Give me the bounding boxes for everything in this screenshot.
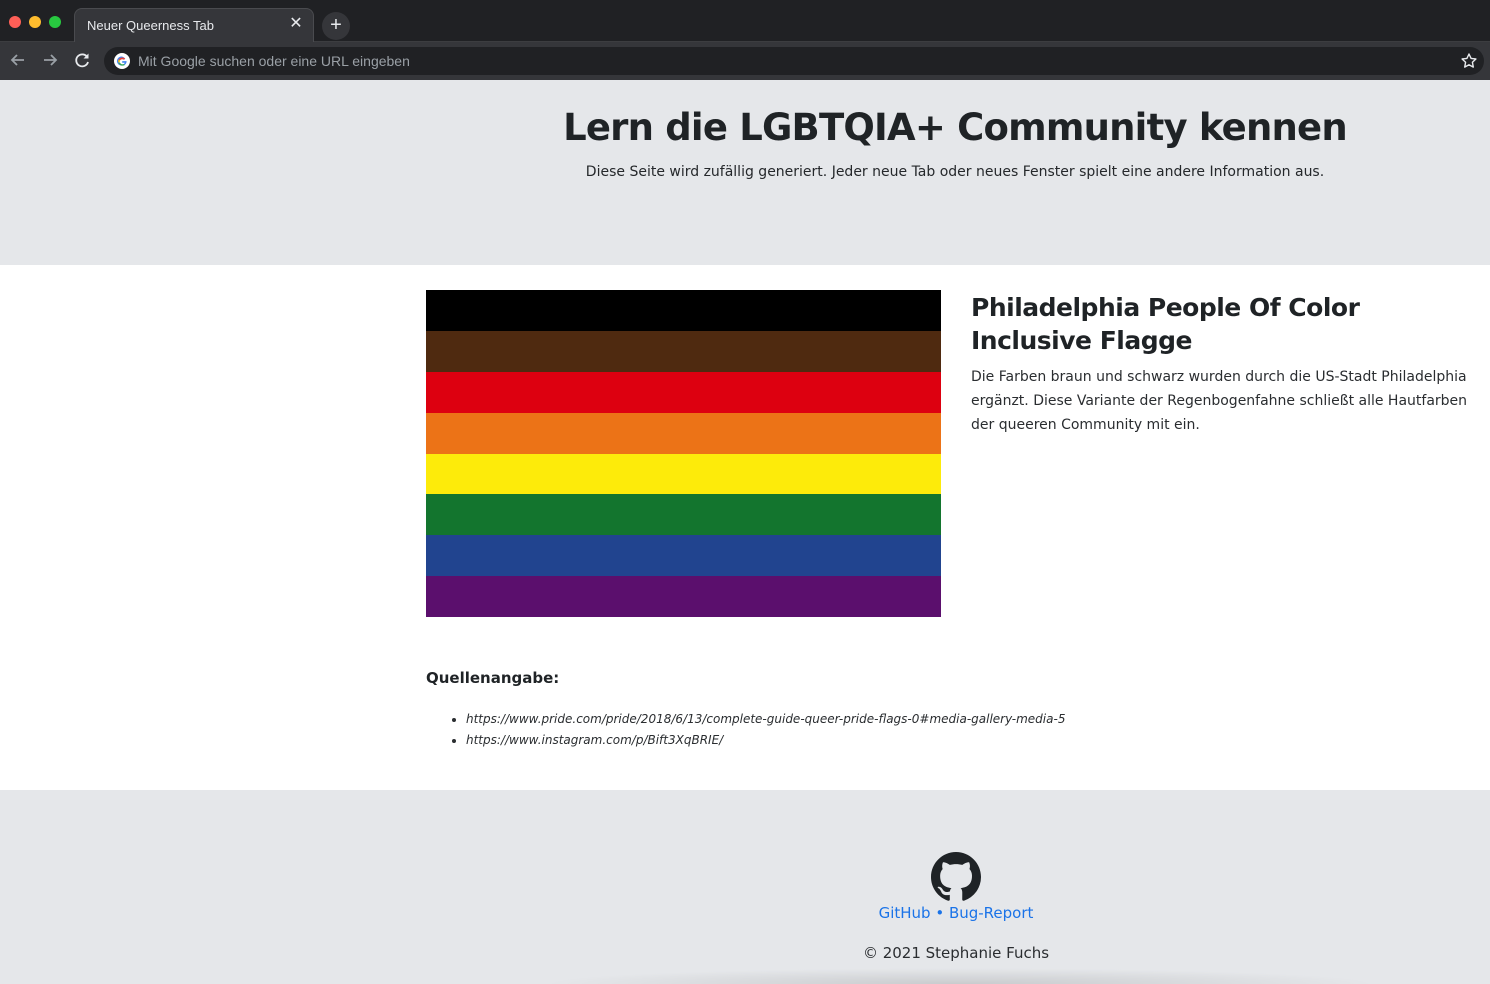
bug-report-link[interactable]: Bug-Report — [949, 904, 1033, 922]
tab-title: Neuer Queerness Tab — [87, 18, 214, 33]
back-arrow-icon[interactable] — [8, 50, 28, 70]
source-link[interactable]: https://www.instagram.com/p/Bift3XqBRIE/ — [466, 730, 1065, 751]
source-link[interactable]: https://www.pride.com/pride/2018/6/13/co… — [466, 709, 1065, 730]
browser-toolbar: Mit Google suchen oder eine URL eingeben — [0, 42, 1490, 80]
window-minimize-button[interactable] — [29, 16, 41, 28]
bookmark-star-icon[interactable] — [1460, 52, 1478, 70]
forward-arrow-icon[interactable] — [40, 50, 60, 70]
hero-section: Lern die LGBTQIA+ Community kennen Diese… — [0, 80, 1490, 265]
footer-links: GitHub • Bug-Report — [756, 904, 1156, 922]
flag-stripe — [426, 290, 941, 331]
address-bar-placeholder: Mit Google suchen oder eine URL eingeben — [138, 53, 410, 69]
page-subtitle: Diese Seite wird zufällig generiert. Jed… — [585, 164, 1325, 180]
sources-heading: Quellenangabe: — [426, 669, 560, 687]
flag-stripe — [426, 330, 941, 372]
flag-stripe — [426, 576, 941, 618]
main-content: Philadelphia People Of Color Inclusive F… — [0, 265, 1490, 790]
google-icon — [114, 53, 130, 69]
sources-list: https://www.pride.com/pride/2018/6/13/co… — [426, 709, 1065, 751]
flag-stripe — [426, 412, 941, 454]
flag-stripe — [426, 453, 941, 495]
close-icon[interactable]: ✕ — [287, 15, 305, 33]
copyright: © 2021 Stephanie Fuchs — [862, 944, 1050, 962]
github-icon[interactable] — [931, 852, 981, 902]
footer: GitHub • Bug-Report © 2021 Stephanie Fuc… — [0, 790, 1490, 984]
window-close-button[interactable] — [9, 16, 21, 28]
browser-titlebar: Neuer Queerness Tab ✕ + — [0, 0, 1490, 43]
footer-shadow — [540, 968, 1380, 984]
flag-description: Die Farben braun und schwarz wurden durc… — [971, 369, 1468, 433]
flag-stripe — [426, 494, 941, 536]
page-title: Lern die LGBTQIA+ Community kennen — [563, 106, 1348, 149]
browser-tab[interactable]: Neuer Queerness Tab ✕ — [74, 8, 314, 43]
pride-flag-image — [426, 290, 941, 618]
footer-separator: • — [930, 904, 949, 922]
window-zoom-button[interactable] — [49, 16, 61, 28]
reload-icon[interactable] — [72, 50, 92, 70]
address-bar[interactable]: Mit Google suchen oder eine URL eingeben — [104, 47, 1484, 75]
flag-stripe — [426, 371, 941, 413]
github-link[interactable]: GitHub — [879, 904, 931, 922]
flag-stripe — [426, 535, 941, 577]
new-tab-button[interactable]: + — [322, 12, 350, 40]
flag-title: Philadelphia People Of Color Inclusive F… — [971, 293, 1360, 355]
